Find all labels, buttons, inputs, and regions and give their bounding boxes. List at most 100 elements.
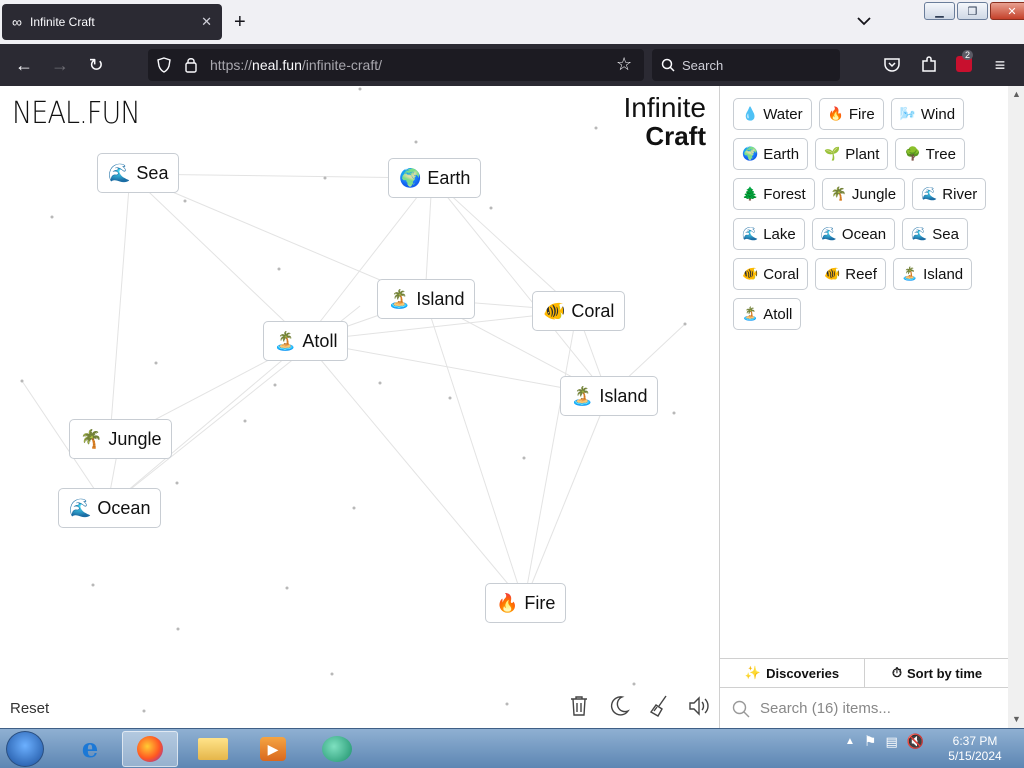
sidebar-item-plant[interactable]: 🌱 Plant xyxy=(815,138,889,170)
canvas-item-fire[interactable]: 🔥 Fire xyxy=(485,583,567,623)
items-search-placeholder: Search (16) items... xyxy=(760,700,891,717)
globe-icon: 🌍 xyxy=(399,167,422,188)
sidebar-item-sea[interactable]: 🌊 Sea xyxy=(902,218,968,250)
sidebar-item-ocean[interactable]: 🌊 Ocean xyxy=(811,218,896,250)
taskbar-clock[interactable]: 6:37 PM 5/15/2024 xyxy=(940,734,1010,764)
sidebar-item-reef[interactable]: 🐠 Reef xyxy=(815,258,886,290)
sidebar-item-lake[interactable]: 🌊 Lake xyxy=(733,218,805,250)
fish-icon: 🐠 xyxy=(543,300,566,321)
sidebar-item-river[interactable]: 🌊 River xyxy=(912,178,987,210)
trash-icon[interactable] xyxy=(568,694,590,718)
scroll-up-arrow-icon[interactable]: ▲ xyxy=(1012,89,1021,99)
discoveries-button[interactable]: ✨ Discoveries xyxy=(720,659,864,687)
back-arrow-icon[interactable]: ← xyxy=(14,55,34,75)
reload-icon[interactable]: ↻ xyxy=(86,55,106,75)
url-text: https://neal.fun/infinite-craft/ xyxy=(210,57,382,73)
sort-by-time-button[interactable]: ⏱ Sort by time xyxy=(864,659,1008,687)
chip-label: Water xyxy=(763,105,803,123)
canvas-item-jungle[interactable]: 🌴 Jungle xyxy=(69,419,173,459)
minimize-button[interactable]: ▁ xyxy=(924,2,955,20)
lock-icon[interactable] xyxy=(184,56,198,73)
wave-icon: 🌊 xyxy=(108,162,131,183)
ublock-extension-icon[interactable]: 2 xyxy=(956,50,974,72)
infinity-favicon-icon: ∞ xyxy=(12,14,22,30)
fish-icon: 🐠 xyxy=(742,266,759,281)
sidebar-item-atoll[interactable]: 🏝️ Atoll xyxy=(733,298,802,330)
canvas-item-earth[interactable]: 🌍 Earth xyxy=(388,158,482,198)
bookmark-star-icon[interactable]: ☆ xyxy=(616,54,632,75)
new-tab-button[interactable]: + xyxy=(234,10,246,34)
canvas-item-island[interactable]: 🏝️ Island xyxy=(377,279,476,319)
action-center-flag-icon[interactable]: ⚑ xyxy=(864,733,877,750)
wave-icon: 🌊 xyxy=(820,226,837,241)
tab-infinite-craft[interactable]: ∞ Infinite Craft ✕ xyxy=(2,4,222,40)
forward-arrow-icon[interactable]: → xyxy=(50,55,70,75)
sidebar-item-forest[interactable]: 🌲 Forest xyxy=(733,178,815,210)
sidebar-item-island[interactable]: 🏝️ Island xyxy=(892,258,973,290)
volume-muted-icon[interactable]: 🔇 xyxy=(907,733,924,750)
wave-icon: 🌊 xyxy=(911,226,928,241)
internet-explorer-icon[interactable]: e xyxy=(62,731,118,767)
chip-label: Fire xyxy=(848,105,875,123)
chip-label: Wind xyxy=(920,105,956,123)
media-player-icon[interactable]: ▶ xyxy=(245,731,301,767)
dark-mode-moon-icon[interactable] xyxy=(608,694,630,718)
sidebar-item-tree[interactable]: 🌳 Tree xyxy=(895,138,965,170)
sidebar-item-fire[interactable]: 🔥 Fire xyxy=(818,98,884,130)
item-label: Island xyxy=(416,288,465,309)
close-tab-icon[interactable]: ✕ xyxy=(201,14,212,30)
island-icon: 🏝️ xyxy=(571,385,594,406)
extension-badge: 2 xyxy=(962,50,974,60)
canvas-item-ocean[interactable]: 🌊 Ocean xyxy=(58,488,162,528)
chip-label: Atoll xyxy=(763,305,793,323)
chip-label: Plant xyxy=(845,145,880,163)
url-prefix: https:// xyxy=(210,57,253,73)
item-label: Ocean xyxy=(97,497,151,518)
seedling-icon: 🌱 xyxy=(824,146,841,161)
show-hidden-icons-icon[interactable]: ▲ xyxy=(845,736,855,747)
reset-button[interactable]: Reset xyxy=(10,700,49,717)
scroll-down-arrow-icon[interactable]: ▼ xyxy=(1012,714,1021,724)
fire-icon: 🔥 xyxy=(496,592,519,613)
sound-icon[interactable] xyxy=(688,694,710,718)
sidebar-item-water[interactable]: 💧 Water xyxy=(733,98,812,130)
shield-icon[interactable] xyxy=(156,57,172,73)
canvas-toolbar xyxy=(568,694,710,718)
chip-label: Reef xyxy=(845,265,877,283)
broom-icon[interactable] xyxy=(648,694,670,718)
file-explorer-icon[interactable] xyxy=(185,731,241,767)
url-domain: neal.fun xyxy=(252,57,302,73)
canvas-item-atoll[interactable]: 🏝️ Atoll xyxy=(263,321,349,361)
search-bar[interactable]: Search xyxy=(652,49,840,81)
sidebar-item-earth[interactable]: 🌍 Earth xyxy=(733,138,809,170)
item-label: Coral xyxy=(571,300,615,321)
sidebar-item-wind[interactable]: 🌬️ Wind xyxy=(890,98,965,130)
start-button[interactable] xyxy=(6,731,44,767)
page-scrollbar[interactable]: ▲ ▼ xyxy=(1008,86,1024,728)
tab-title: Infinite Craft xyxy=(29,15,95,29)
canvas-item-sea[interactable]: 🌊 Sea xyxy=(97,153,180,193)
address-bar[interactable]: https://neal.fun/infinite-craft/ ☆ xyxy=(148,49,644,81)
evergreen-tree-icon: 🌲 xyxy=(742,186,759,201)
sidebar-item-jungle[interactable]: 🌴 Jungle xyxy=(821,178,906,210)
canvas-item-coral[interactable]: 🐠 Coral xyxy=(532,291,626,331)
chip-label: Jungle xyxy=(851,185,897,203)
firefox-taskbar-icon[interactable] xyxy=(122,731,178,767)
pocket-icon[interactable] xyxy=(883,56,901,74)
canvas-item-island[interactable]: 🏝️ Island xyxy=(560,376,659,416)
items-search-input[interactable]: Search (16) items... xyxy=(720,689,1008,728)
restore-button[interactable]: ❐ xyxy=(957,2,988,20)
discoveries-label: Discoveries xyxy=(766,665,840,681)
palm-tree-icon: 🌴 xyxy=(80,428,103,449)
wind-icon: 🌬️ xyxy=(899,106,916,121)
close-window-button[interactable]: ✕ xyxy=(990,2,1024,20)
chip-label: Ocean xyxy=(841,225,887,243)
network-icon[interactable]: ▤ xyxy=(885,734,897,750)
chat-app-icon[interactable] xyxy=(309,731,365,767)
hamburger-menu-icon[interactable]: ≡ xyxy=(990,55,1010,75)
chevron-down-icon[interactable] xyxy=(855,12,873,30)
extensions-puzzle-icon[interactable] xyxy=(920,55,938,74)
search-icon xyxy=(661,58,675,72)
droplet-icon: 💧 xyxy=(742,106,759,121)
sidebar-item-coral[interactable]: 🐠 Coral xyxy=(733,258,809,290)
